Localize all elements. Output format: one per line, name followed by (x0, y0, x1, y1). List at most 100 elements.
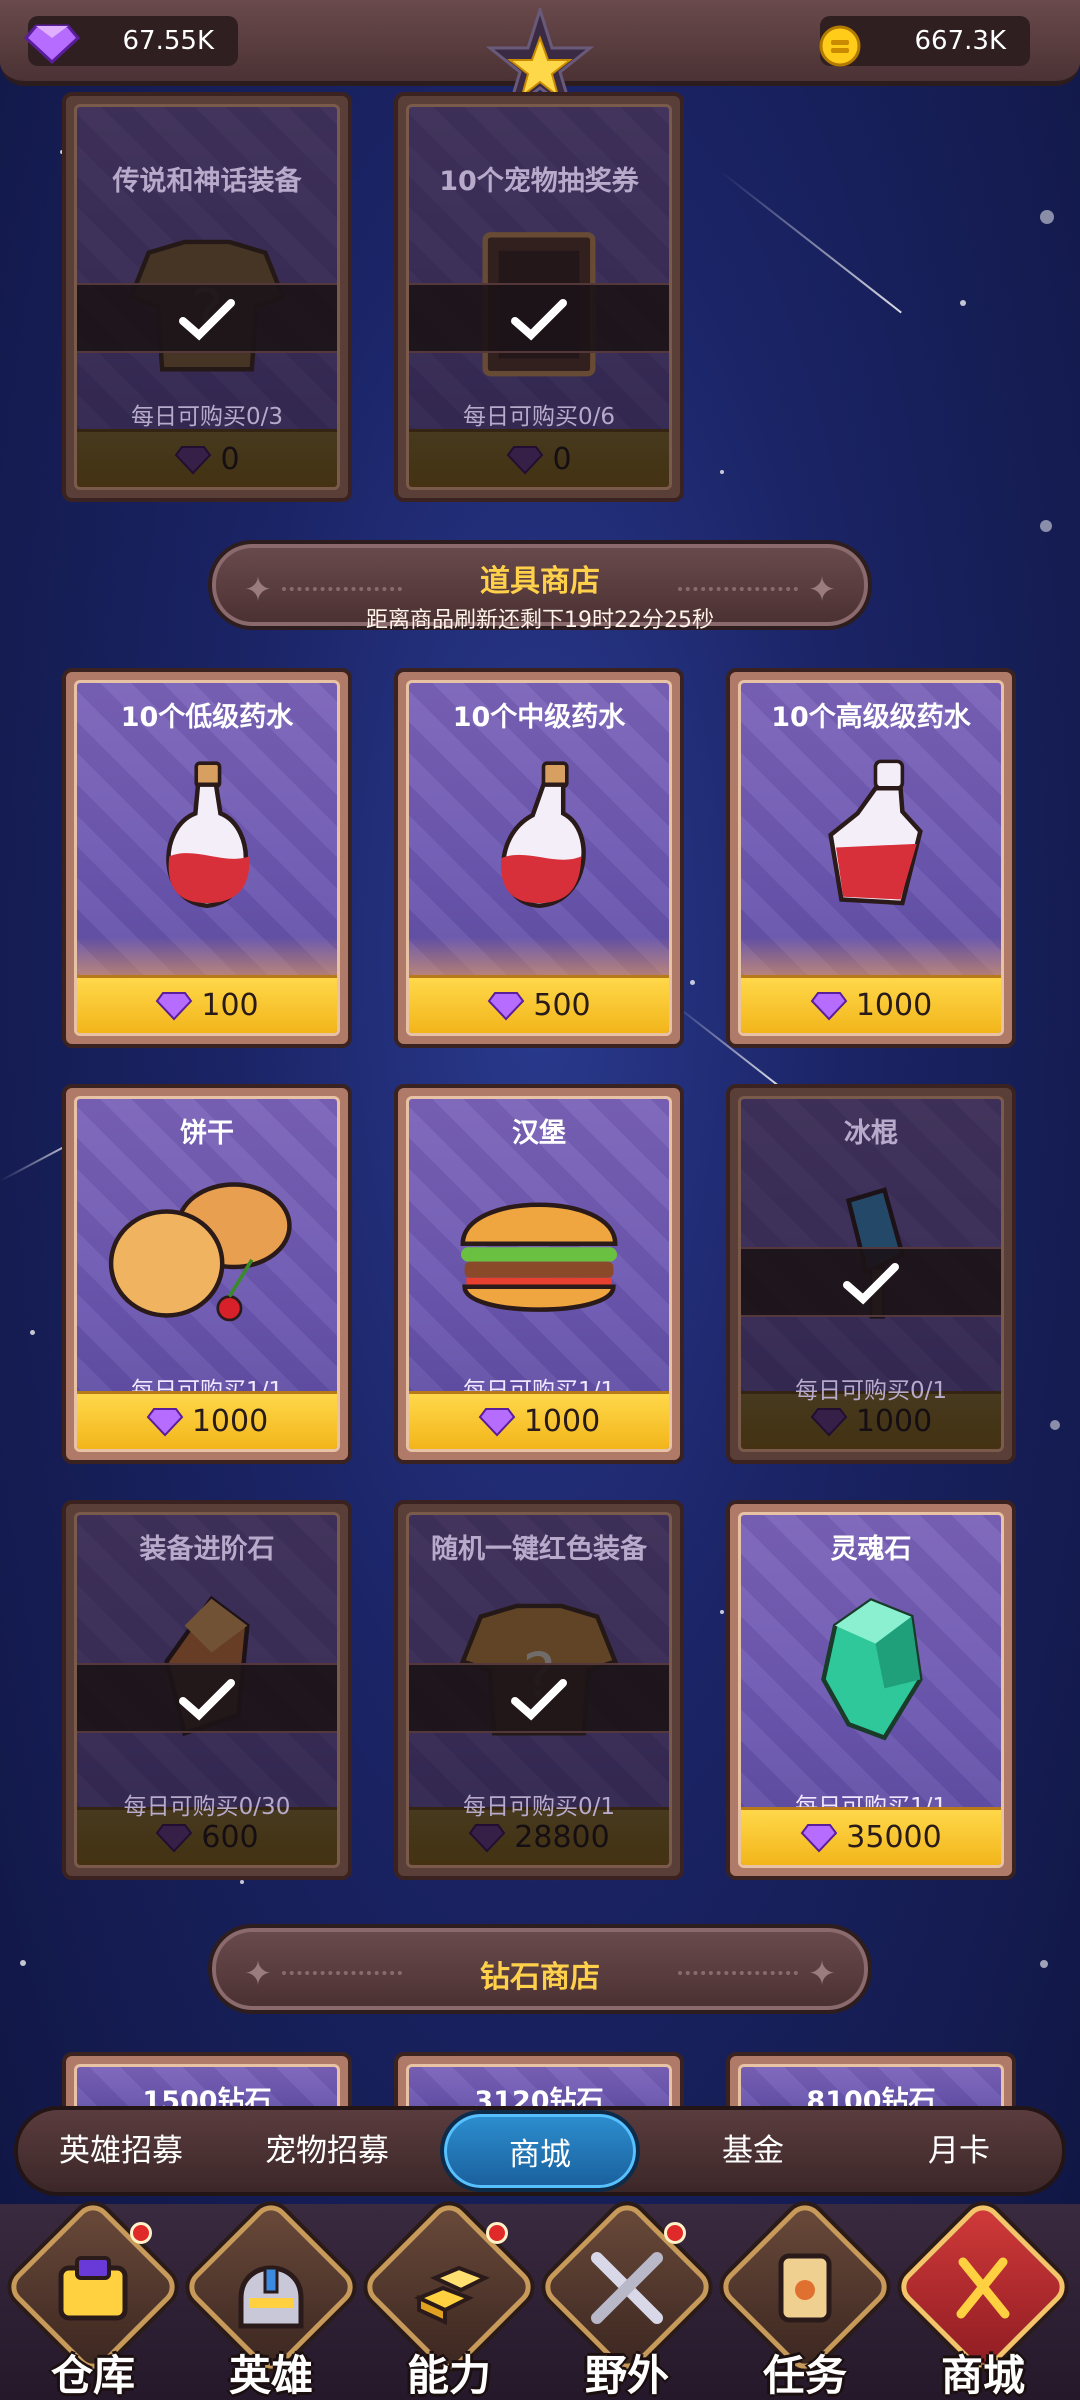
bottom-nav: 仓库 英雄 能力 野外 任务 商城 (0, 2197, 1080, 2400)
diamond-icon (24, 24, 80, 64)
diamond-icon (488, 991, 525, 1020)
card-title: 装备进阶石 (139, 1534, 275, 1565)
card-title: 10个宠物抽奖券 (439, 166, 639, 197)
price-value: 28800 (514, 1820, 610, 1855)
shop-card-cookie[interactable]: 饼干 每日可购买1/1 1000 (62, 1084, 352, 1464)
nav-label: 任务 (762, 2351, 847, 2400)
diamond-icon (800, 1823, 838, 1852)
tab-hero-recruit[interactable]: 英雄招募 (18, 2110, 224, 2192)
purchase-limit: 每日可购买0/1 (462, 1794, 615, 1820)
checkmark-icon (179, 1679, 235, 1721)
nav-shop[interactable]: 商城 (893, 2197, 1073, 2400)
price-value: 600 (201, 1820, 259, 1855)
card-title: 10个高级级药水 (771, 702, 971, 733)
diamond-icon (810, 1407, 848, 1436)
diamond-icon (175, 445, 212, 474)
tab-monthly-card[interactable]: 月卡 (856, 2110, 1062, 2192)
shop-tab-bar: 英雄招募 宠物招募 商城 基金 月卡 (14, 2106, 1066, 2196)
nav-quest[interactable]: 任务 (715, 2197, 895, 2400)
price-value: 0 (552, 442, 572, 477)
price-value: 1000 (855, 1404, 933, 1439)
banner-dots (282, 587, 402, 591)
diamond-icon (507, 445, 544, 474)
price-button[interactable]: 1000 (77, 1391, 337, 1449)
price-button[interactable]: 100 (77, 975, 337, 1033)
shop-card-legend-equipment[interactable]: 传说和神话装备 ? 每日可购买0/3 0 (62, 92, 352, 502)
burger-icon (460, 1202, 618, 1312)
red-flask-icon (828, 759, 923, 906)
notification-badge (130, 2222, 152, 2244)
nav-ability[interactable]: 能力 (359, 2197, 539, 2400)
price-value: 100 (201, 988, 259, 1023)
gold-coin-icon (819, 25, 861, 67)
purchased-overlay (409, 283, 669, 353)
sparkle-icon: ✦ (243, 1954, 273, 1994)
sparkle-icon: ✦ (807, 570, 837, 610)
purchase-limit: 每日可购买0/30 (123, 1794, 291, 1820)
diamond-counter[interactable]: 67.55K (24, 16, 238, 66)
checkmark-icon (179, 299, 235, 341)
red-potion-icon (501, 761, 586, 908)
card-title: 饼干 (180, 1118, 234, 1149)
shop-card-low-potion[interactable]: 10个低级药水 100 (62, 668, 352, 1048)
tab-pet-recruit[interactable]: 宠物招募 (224, 2110, 430, 2192)
price-button[interactable]: 0 (409, 429, 669, 487)
shooting-star (719, 170, 902, 314)
gold-amount: 667.3K (914, 26, 1006, 56)
diamond-icon (468, 1823, 506, 1852)
purchase-limit: 每日可购买0/3 (130, 404, 283, 430)
nav-label: 商城 (940, 2351, 1025, 2400)
notification-badge (486, 2222, 508, 2244)
nav-label: 仓库 (50, 2351, 135, 2400)
crossed-swords-icon (591, 2252, 663, 2324)
price-value: 1000 (523, 1404, 601, 1439)
item-shop-banner: ✦ ✦ 道具商店 距离商品刷新还剩下19时22分25秒 (208, 540, 872, 633)
shop-card-upgrade-stone[interactable]: 装备进阶石 每日可购买0/30 600 (62, 1500, 352, 1880)
shop-card-popsicle[interactable]: 冰棍 每日可购买0/1 1000 (726, 1084, 1016, 1464)
shop-card-soul-stone[interactable]: 灵魂石 每日可购买1/1 35000 (726, 1500, 1016, 1880)
purchased-overlay (77, 283, 337, 353)
nav-label: 英雄 (228, 2351, 313, 2400)
nav-hero[interactable]: 英雄 (181, 2197, 361, 2400)
purchase-limit: 每日可购买0/6 (462, 404, 615, 430)
checkmark-icon (511, 299, 567, 341)
banner-dots (678, 587, 798, 591)
card-glow (741, 937, 1001, 977)
card-title: 随机一键红色装备 (431, 1534, 647, 1565)
price-button[interactable]: 1000 (741, 975, 1001, 1033)
card-title: 冰棍 (844, 1118, 898, 1149)
price-button[interactable]: 35000 (741, 1807, 1001, 1865)
tab-fund[interactable]: 基金 (650, 2110, 856, 2192)
card-glow (409, 937, 669, 977)
nav-wild[interactable]: 野外 (537, 2197, 717, 2400)
price-button[interactable]: 500 (409, 975, 669, 1033)
price-button[interactable]: 1000 (409, 1391, 669, 1449)
tab-mall[interactable]: 商城 (440, 2110, 640, 2192)
checkmark-icon (843, 1263, 899, 1305)
gold-counter[interactable]: 667.3K (819, 16, 1030, 67)
nav-warehouse[interactable]: 仓库 (3, 2197, 183, 2400)
price-value: 500 (533, 988, 591, 1023)
price-button[interactable]: 0 (77, 429, 337, 487)
card-title: 10个低级药水 (120, 702, 294, 733)
diamond-icon (810, 991, 848, 1020)
hero-helmet-icon (238, 2265, 304, 2329)
shop-card-burger[interactable]: 汉堡 每日可购买1/1 1000 (394, 1084, 684, 1464)
shop-card-mid-potion[interactable]: 10个中级药水 500 (394, 668, 684, 1048)
card-title: 灵魂石 (830, 1534, 912, 1565)
banner-dots (678, 1971, 798, 1975)
price-value: 0 (220, 442, 240, 477)
notification-badge (664, 2222, 686, 2244)
shop-card-high-potion[interactable]: 10个高级级药水 1000 (726, 668, 1016, 1048)
price-value: 1000 (191, 1404, 269, 1439)
purchase-limit: 每日可购买0/1 (794, 1378, 947, 1404)
shop-card-random-red-equipment[interactable]: 随机一键红色装备 ? 每日可购买0/1 28800 (394, 1500, 684, 1880)
warehouse-icon (58, 2256, 128, 2321)
card-glow (77, 937, 337, 977)
checkmark-icon (511, 1679, 567, 1721)
card-title: 汉堡 (512, 1118, 566, 1149)
shop-card-pet-tickets[interactable]: 10个宠物抽奖券 每日可购买0/6 0 (394, 92, 684, 502)
sparkle-icon: ✦ (243, 570, 273, 610)
diamond-icon (156, 1823, 193, 1852)
purchased-overlay (409, 1663, 669, 1733)
